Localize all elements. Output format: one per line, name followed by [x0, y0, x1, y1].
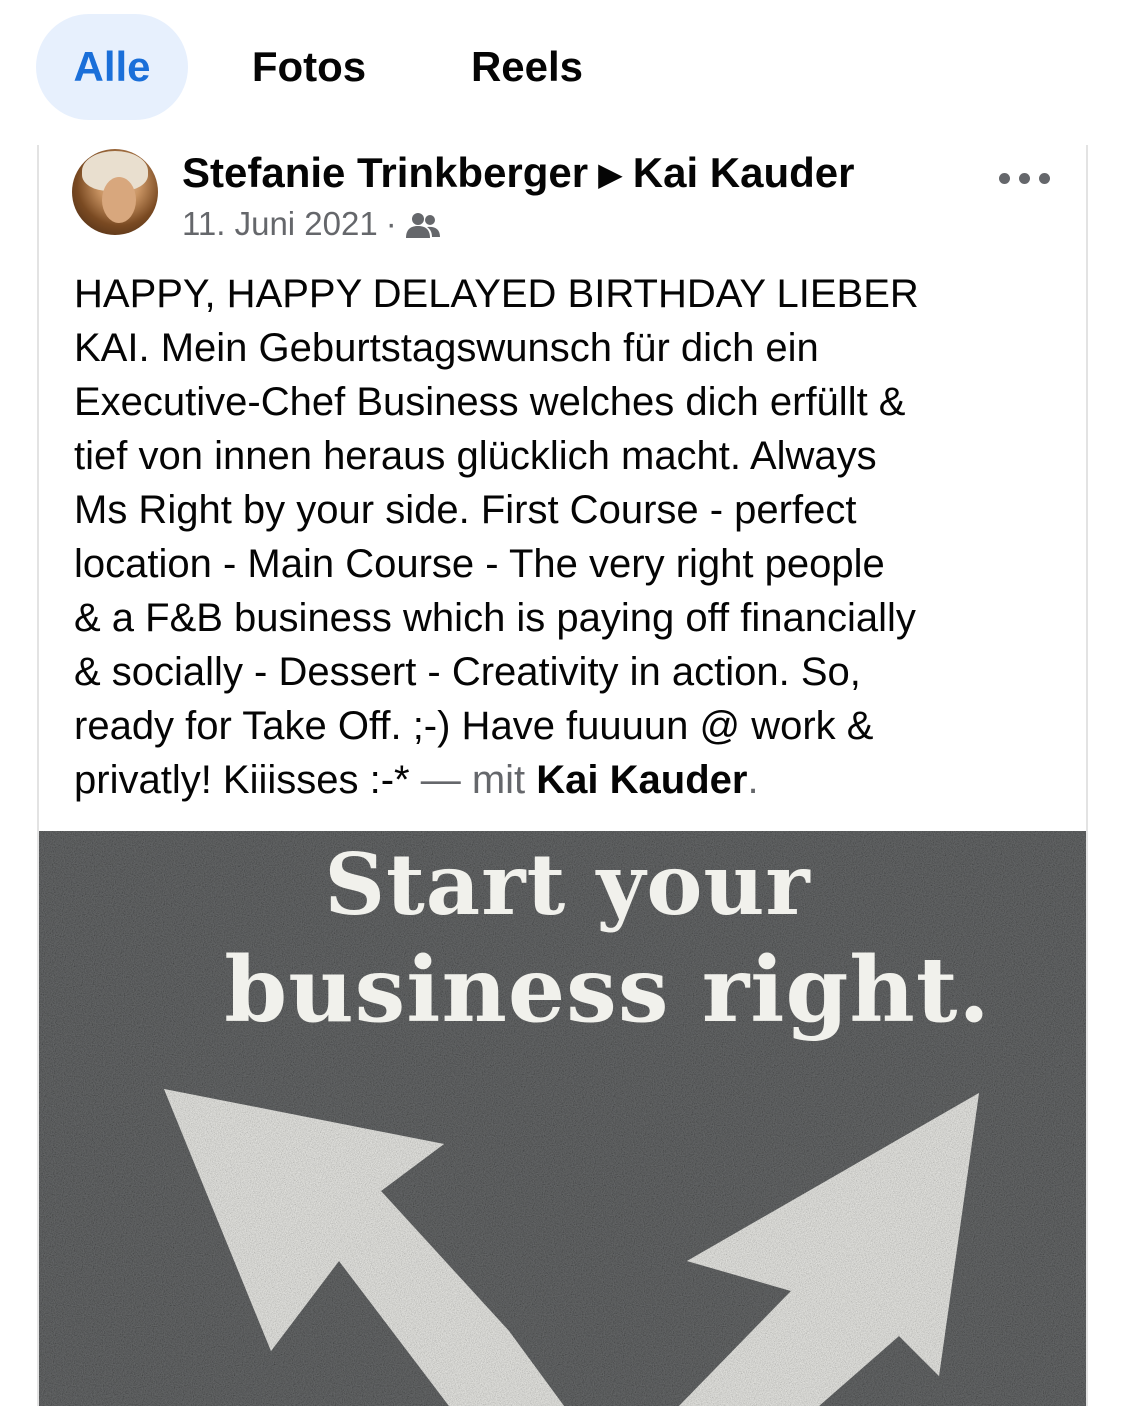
post-text-last-line: privatly! Kiiisses :-* — mit Kai Kauder.	[74, 753, 1074, 807]
avatar[interactable]	[72, 149, 158, 235]
recipient-name[interactable]: Kai Kauder	[633, 149, 855, 196]
photo-caption-line2: business right.	[224, 937, 991, 1043]
post-text-line: KAI. Mein Geburtstagswunsch für dich ein	[74, 326, 819, 370]
tag-suffix: .	[747, 758, 759, 802]
tagged-person-link[interactable]: Kai Kauder	[536, 758, 747, 802]
post-text-line: & socially - Dessert - Creativity in act…	[74, 650, 861, 694]
post-text-line: tief von innen heraus glücklich macht. A…	[74, 434, 877, 478]
post-text-line: location - Main Course - The very right …	[74, 542, 885, 586]
author-name[interactable]: Stefanie Trinkberger	[182, 149, 588, 196]
friends-icon[interactable]	[405, 211, 441, 241]
avatar-face	[102, 177, 136, 223]
tab-fotos[interactable]: Fotos	[232, 14, 386, 120]
post-card: Stefanie Trinkberger ▶ Kai Kauder 11. Juni…	[37, 145, 1088, 1406]
post-header: Stefanie Trinkberger ▶ Kai Kauder	[182, 145, 854, 201]
post-meta: 11. Juni 2021 ·	[182, 201, 441, 247]
triangle-right-icon: ▶	[598, 156, 623, 192]
with-prefix: — mit	[409, 758, 537, 802]
tab-alle[interactable]: Alle	[36, 14, 188, 120]
post-text: HAPPY, HAPPY DELAYED BIRTHDAY LIEBER KAI…	[74, 267, 1074, 807]
more-horizontal-icon[interactable]	[995, 161, 1055, 197]
photo-caption-line1: Start your	[324, 835, 811, 934]
meta-separator: ·	[385, 205, 397, 242]
post-text-end: privatly! Kiiisses :-*	[74, 758, 410, 802]
post-photo[interactable]: Start your business right.	[39, 831, 1086, 1406]
post-text-line: & a F&B business which is paying off fin…	[74, 596, 916, 640]
post-text-line: Ms Right by your side. First Course - pe…	[74, 488, 857, 532]
post-text-line: ready for Take Off. ;-) Have fuuuun @ wo…	[74, 704, 874, 748]
post-text-line: HAPPY, HAPPY DELAYED BIRTHDAY LIEBER	[74, 272, 919, 316]
profile-posts-page: Alle Fotos Reels Stefanie Trinkberger ▶ Ka…	[0, 0, 1125, 1406]
filter-tabs: Alle Fotos Reels	[0, 0, 1125, 140]
tab-reels[interactable]: Reels	[452, 14, 602, 120]
post-text-line: Executive-Chef Business welches dich erf…	[74, 380, 906, 424]
post-date[interactable]: 11. Juni 2021	[182, 205, 378, 242]
